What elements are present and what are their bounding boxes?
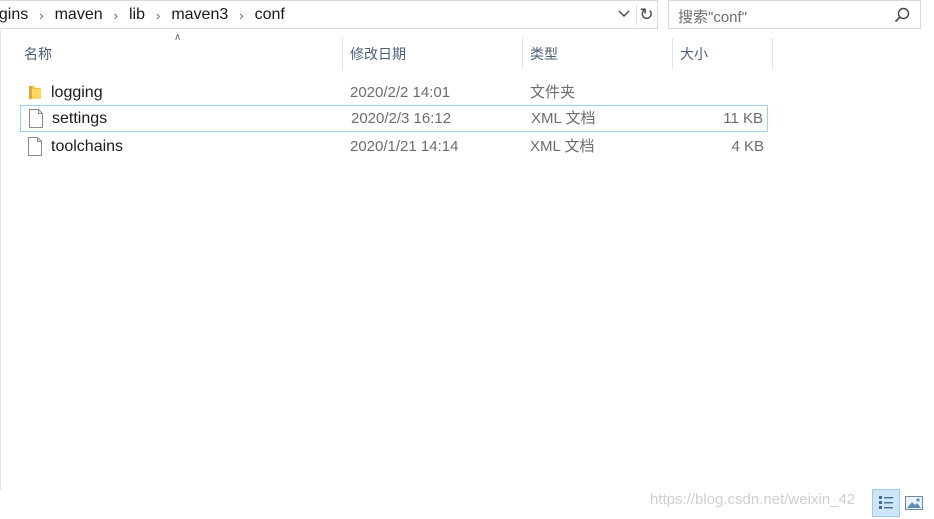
file-row-logging[interactable]: logging 2020/2/2 14:01 文件夹	[20, 79, 768, 106]
breadcrumb-item-maven[interactable]: maven	[53, 6, 105, 24]
column-divider[interactable]	[522, 38, 523, 70]
column-header-size[interactable]: 大小	[680, 38, 708, 70]
search-placeholder: 搜索"conf"	[678, 9, 748, 26]
file-type: 文件夹	[530, 84, 576, 101]
details-view-button[interactable]	[872, 489, 900, 517]
breadcrumb-item-lib[interactable]: lib	[127, 6, 147, 24]
folder-icon	[29, 86, 41, 99]
search-input[interactable]: 搜索"conf"	[668, 0, 921, 29]
file-date: 2020/2/3 16:12	[351, 110, 452, 127]
search-icon[interactable]	[894, 7, 910, 23]
pane-divider	[0, 30, 1, 490]
large-icons-view-icon	[905, 496, 923, 510]
address-bar[interactable]: ugins › maven › lib › maven3 › conf ↻	[0, 0, 658, 29]
sort-ascending-icon: ∧	[174, 32, 182, 43]
column-divider[interactable]	[342, 38, 343, 70]
file-size: 11 KB	[723, 110, 763, 127]
column-divider[interactable]	[772, 38, 773, 70]
column-header-name[interactable]: 名称	[24, 38, 52, 70]
details-view-icon	[879, 496, 893, 509]
file-name: settings	[52, 110, 108, 127]
file-icon	[29, 109, 43, 128]
file-date: 2020/1/21 14:14	[350, 138, 459, 155]
column-header-date-modified[interactable]: 修改日期	[350, 38, 406, 70]
breadcrumb-item-conf[interactable]: conf	[253, 6, 287, 24]
chevron-right-icon[interactable]: ›	[239, 8, 243, 23]
file-row-settings[interactable]: settings 2020/2/3 16:12 XML 文档 11 KB	[20, 105, 768, 132]
column-header-row: ∧ 名称 修改日期 类型 大小	[0, 32, 934, 70]
file-icon	[28, 137, 42, 156]
file-type: XML 文档	[530, 138, 595, 155]
chevron-right-icon[interactable]: ›	[114, 8, 118, 23]
file-name: logging	[51, 84, 103, 101]
column-divider[interactable]	[672, 38, 673, 70]
refresh-icon[interactable]: ↻	[636, 5, 656, 25]
watermark: https://blog.csdn.net/weixin_42	[650, 491, 856, 508]
file-date: 2020/2/2 14:01	[350, 84, 451, 101]
breadcrumb-item-plugins[interactable]: ugins	[0, 6, 30, 24]
file-name: toolchains	[51, 138, 124, 155]
breadcrumb-item-maven3[interactable]: maven3	[169, 6, 230, 24]
file-type: XML 文档	[531, 110, 596, 127]
chevron-down-icon[interactable]	[614, 5, 634, 25]
chevron-right-icon[interactable]: ›	[39, 8, 43, 23]
breadcrumb: ugins › maven › lib › maven3 › conf	[0, 1, 287, 29]
large-icons-view-button[interactable]	[903, 492, 925, 514]
chevron-right-icon[interactable]: ›	[156, 8, 160, 23]
file-size: 4 KB	[731, 138, 764, 155]
file-row-toolchains[interactable]: toolchains 2020/1/21 14:14 XML 文档 4 KB	[20, 133, 768, 160]
column-header-type[interactable]: 类型	[530, 38, 558, 70]
